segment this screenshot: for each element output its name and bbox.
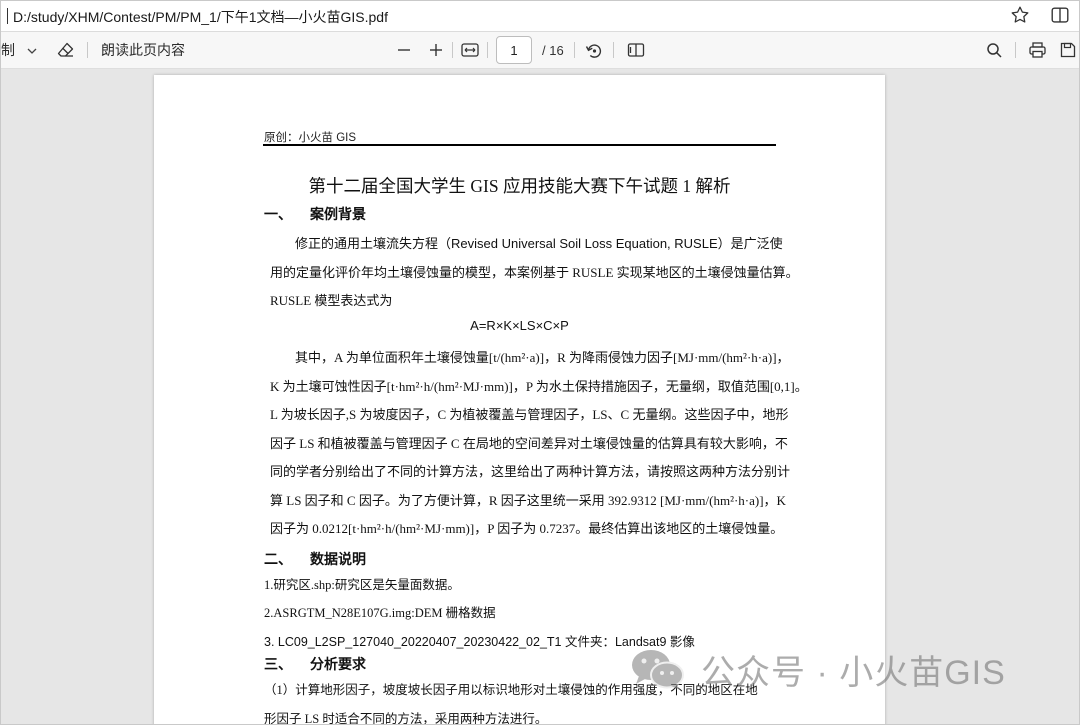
chevron-down-icon[interactable]: [25, 44, 39, 58]
paragraph-line: K 为土壤可蚀性因子[t·hm²·h/(hm²·MJ·mm)]，P 为水土保持措…: [270, 379, 808, 394]
toolbar-divider: [613, 42, 614, 58]
draw-label: 制: [1, 42, 15, 58]
section-heading-2: 二、 数据说明: [264, 549, 366, 569]
section-number: 二、: [264, 553, 292, 568]
rotate-icon[interactable]: [584, 41, 604, 61]
page-total: / 16: [542, 42, 564, 58]
rusle-formula: A=R×K×LS×C×P: [470, 318, 569, 333]
pdf-page: 原创：小火苗 GIS 第十二届全国大学生 GIS 应用技能大赛下午试题 1 解析…: [154, 75, 885, 725]
paragraph-line: 因子 LS 和植被覆盖与管理因子 C 在局地的空间差异对土壤侵蚀量的估算具有较大…: [270, 436, 788, 451]
address-path[interactable]: D:/study/XHM/Contest/PM/PM_1/下午1文档—小火苗GI…: [13, 7, 388, 27]
paragraph-line: 其中，A 为单位面积年土壤侵蚀量[t/(hm²·a)]，R 为降雨侵蚀力因子[M…: [295, 350, 790, 365]
section-heading-1: 一、 案例背景: [264, 204, 366, 224]
pdf-viewer-window: D:/study/XHM/Contest/PM/PM_1/下午1文档—小火苗GI…: [0, 0, 1080, 725]
page-header: 原创：小火苗 GIS: [264, 132, 357, 144]
address-bar[interactable]: D:/study/XHM/Contest/PM/PM_1/下午1文档—小火苗GI…: [1, 1, 1079, 32]
read-aloud-label: 朗读此页内容: [101, 42, 185, 58]
read-aloud-button[interactable]: 朗读此页内容: [101, 32, 185, 68]
paragraph-line: 修正的通用土壤流失方程（Revised Universal Soil Loss …: [295, 236, 783, 251]
list-item: 2.ASRGTM_N28E107G.img:DEM 栅格数据: [264, 606, 496, 620]
paragraph-line: 因子为 0.0212[t·hm²·h/(hm²·MJ·mm)]，P 因子为 0.…: [270, 521, 784, 536]
zoom-out-icon[interactable]: [396, 42, 412, 58]
wechat-icon: [632, 650, 684, 690]
print-icon[interactable]: [1028, 41, 1047, 59]
header-rule: [263, 144, 776, 146]
section-heading-3: 三、 分析要求: [264, 654, 366, 674]
paragraph-line: 算 LS 因子和 C 因子。为了方便计算，R 因子这里统一采用 392.9312…: [270, 493, 786, 508]
page-view-icon[interactable]: [626, 41, 646, 59]
pdf-toolbar: 制 朗读此页内容 1 / 16: [1, 32, 1079, 69]
save-icon[interactable]: [1059, 41, 1077, 59]
toolbar-divider: [87, 42, 88, 58]
text-cursor: [7, 8, 8, 24]
paragraph-line: L 为坡长因子,S 为坡度因子，C 为植被覆盖与管理因子，LS、C 无量纲。这些…: [270, 407, 789, 422]
favorite-star-icon[interactable]: [1009, 4, 1031, 26]
paragraph-line: RUSLE 模型表达式为: [270, 293, 393, 308]
list-item: 形因子 LS 时适合不同的方法，采用两种方法进行。: [264, 712, 548, 725]
list-item: 1.研究区.shp:研究区是矢量面数据。: [264, 578, 460, 592]
paragraph-line: 同的学者分别给出了不同的计算方法，这里给出了两种计算方法，请按照这两种方法分别计: [270, 464, 791, 479]
watermark-text: 公众号 · 小火苗GIS: [701, 653, 1006, 692]
page-content: 原创：小火苗 GIS 第十二届全国大学生 GIS 应用技能大赛下午试题 1 解析…: [154, 75, 885, 725]
watermark: 公众号 · 小火苗GIS: [629, 641, 1006, 697]
toolbar-divider: [452, 42, 453, 58]
toolbar-divider: [574, 42, 575, 58]
paragraph-line: 用的定量化评价年均土壤侵蚀量的模型，本案例基于 RUSLE 实现某地区的土壤侵蚀…: [270, 265, 799, 280]
draw-button[interactable]: 制: [1, 32, 19, 68]
eraser-icon[interactable]: [56, 40, 76, 60]
section-title: 案例背景: [310, 208, 366, 223]
page-number-input[interactable]: 1: [496, 36, 532, 64]
zoom-in-icon[interactable]: [428, 42, 444, 58]
section-title: 数据说明: [310, 553, 366, 568]
fit-width-icon[interactable]: [460, 41, 480, 59]
search-icon[interactable]: [986, 42, 1003, 59]
section-number: 一、: [264, 208, 292, 223]
split-screen-icon[interactable]: [1049, 4, 1071, 26]
section-number: 三、: [264, 658, 292, 673]
toolbar-divider: [1015, 42, 1016, 58]
document-title: 第十二届全国大学生 GIS 应用技能大赛下午试题 1 解析: [308, 176, 731, 196]
toolbar-divider: [487, 42, 488, 58]
section-title: 分析要求: [310, 658, 366, 673]
